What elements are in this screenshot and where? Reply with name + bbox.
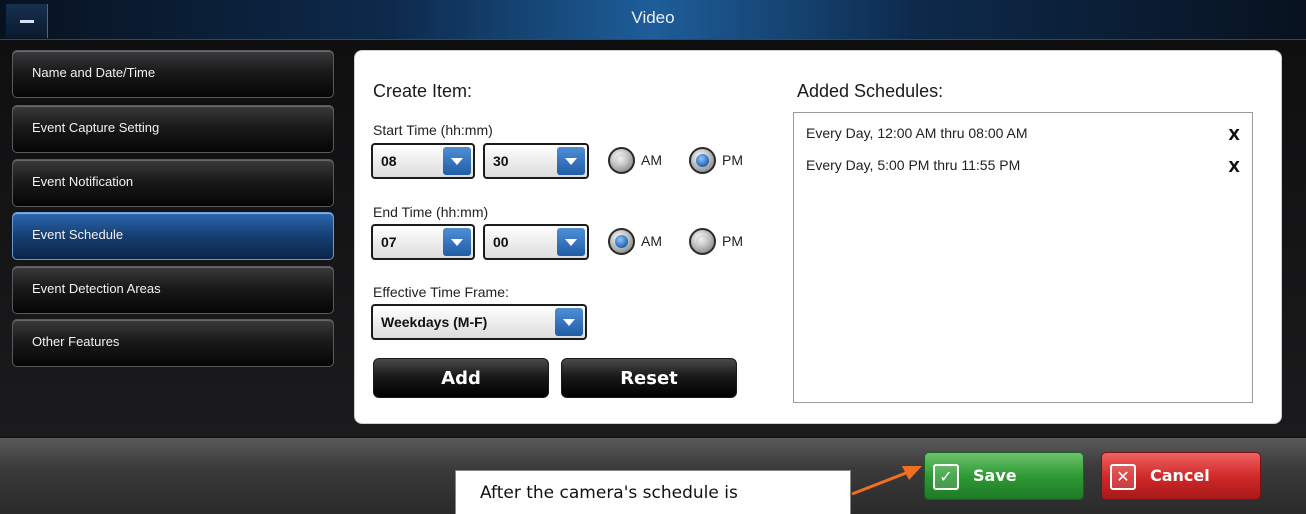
instruction-callout: After the camera's schedule is [455,470,851,514]
schedule-panel: Create Item: Start Time (hh:mm) 08 30 AM… [354,50,1282,424]
end-pm-radio[interactable] [689,228,716,255]
sidebar-item-label: Event Detection Areas [32,281,161,296]
sidebar-item-name-and-date-time[interactable]: Name and Date/Time [12,50,334,98]
start-minute-select[interactable]: 30 [483,143,589,179]
radio-dot [615,154,628,167]
chevron-down-icon [443,228,471,256]
sidebar-item-label: Name and Date/Time [32,65,156,80]
sidebar-item-event-detection-areas[interactable]: Event Detection Areas [12,266,334,314]
chevron-down-icon [557,228,585,256]
end-time-label: End Time (hh:mm) [373,204,489,220]
chevron-down-icon [555,308,583,336]
radio-dot [696,154,709,167]
chevron-down-icon [557,147,585,175]
sidebar-item-event-notification[interactable]: Event Notification [12,159,334,207]
sidebar-item-label: Event Capture Setting [32,120,160,135]
start-pm-label: PM [722,152,743,168]
end-am-label: AM [641,233,662,249]
end-hour-value: 07 [381,234,397,250]
sidebar-item-event-capture-setting[interactable]: Event Capture Setting [12,105,334,153]
radio-dot [615,235,628,248]
sidebar-item-label: Event Notification [32,174,134,189]
save-label: Save [973,466,1017,485]
start-pm-radio[interactable] [689,147,716,174]
close-icon: ✕ [1110,464,1136,490]
radio-dot [696,235,709,248]
start-time-label: Start Time (hh:mm) [373,122,493,138]
checkmark-icon: ✓ [933,464,959,490]
end-minute-select[interactable]: 00 [483,224,589,260]
end-pm-label: PM [722,233,743,249]
end-am-radio[interactable] [608,228,635,255]
time-frame-value: Weekdays (M-F) [381,314,488,330]
list-item: Every Day, 12:00 AM thru 08:00 AM X [806,125,1246,147]
end-hour-select[interactable]: 07 [371,224,475,260]
end-minute-value: 00 [493,234,509,250]
start-hour-select[interactable]: 08 [371,143,475,179]
remove-schedule-button[interactable]: X [1228,126,1240,144]
schedule-list: Every Day, 12:00 AM thru 08:00 AM X Ever… [793,112,1253,403]
sidebar-item-other-features[interactable]: Other Features [12,319,334,367]
remove-schedule-button[interactable]: X [1228,158,1240,176]
sidebar-item-label: Event Schedule [32,227,124,242]
start-am-label: AM [641,152,662,168]
start-am-radio[interactable] [608,147,635,174]
start-hour-value: 08 [381,153,397,169]
sidebar-item-event-schedule[interactable]: Event Schedule [12,212,334,260]
list-item: Every Day, 5:00 PM thru 11:55 PM X [806,157,1246,179]
callout-text: After the camera's schedule is [480,483,738,503]
create-item-heading: Create Item: [373,81,473,101]
added-schedules-heading: Added Schedules: [797,81,944,101]
window-title: Video [631,8,675,27]
start-minute-value: 30 [493,153,509,169]
schedule-text: Every Day, 5:00 PM thru 11:55 PM [806,157,1021,173]
time-frame-select[interactable]: Weekdays (M-F) [371,304,587,340]
sidebar-item-label: Other Features [32,334,120,349]
save-button[interactable]: ✓ Save [924,452,1084,500]
chevron-down-icon [443,147,471,175]
cancel-label: Cancel [1150,466,1210,485]
time-frame-label: Effective Time Frame: [373,284,509,300]
title-bar: Video [0,0,1306,40]
cancel-button[interactable]: ✕ Cancel [1101,452,1261,500]
add-button[interactable]: Add [373,358,549,398]
reset-button[interactable]: Reset [561,358,737,398]
schedule-text: Every Day, 12:00 AM thru 08:00 AM [806,125,1028,141]
